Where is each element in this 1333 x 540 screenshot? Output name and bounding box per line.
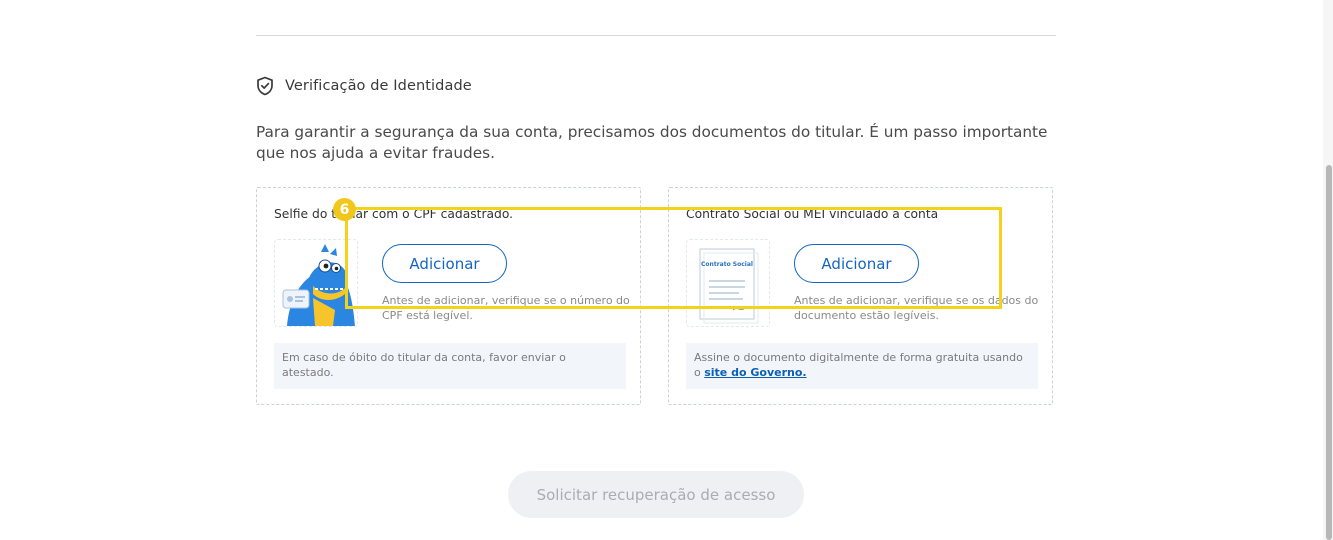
request-access-recovery-button[interactable]: Solicitar recuperação de acesso: [508, 471, 804, 518]
intro-text: Para garantir a segurança da sua conta, …: [256, 123, 1048, 162]
shield-check-icon: [256, 76, 274, 96]
contract-hint: Antes de adicionar, verifique se os dado…: [794, 294, 1039, 322]
contract-note: Assine o documento digitalmente de forma…: [686, 343, 1038, 389]
contract-doc-title: Contrato Social: [701, 261, 753, 268]
section-header: Verificação de Identidade: [256, 76, 472, 96]
contract-card-title: Contrato Social ou MEI vinculado à conta: [686, 207, 939, 221]
section-title: Verificação de Identidade: [285, 78, 472, 94]
selfie-card: Selfie do titular com o CPF cadastrado. …: [256, 187, 641, 405]
add-contract-button[interactable]: Adicionar: [794, 244, 919, 283]
annotation-marker: 6: [333, 198, 356, 221]
contract-card: Contrato Social ou MEI vinculado à conta…: [668, 187, 1053, 405]
scrollbar-thumb[interactable]: [1326, 165, 1332, 540]
selfie-hint: Antes de adicionar, verifique se o númer…: [382, 294, 630, 322]
add-selfie-button[interactable]: Adicionar: [382, 244, 507, 283]
selfie-card-title: Selfie do titular com o CPF cadastrado.: [274, 207, 514, 221]
gov-site-link[interactable]: site do Governo.: [704, 366, 806, 379]
contract-illustration: Contrato Social: [686, 239, 770, 327]
selfie-note: Em caso de óbito do titular da conta, fa…: [274, 343, 626, 389]
top-divider: [256, 35, 1056, 36]
selfie-illustration: [274, 239, 358, 327]
